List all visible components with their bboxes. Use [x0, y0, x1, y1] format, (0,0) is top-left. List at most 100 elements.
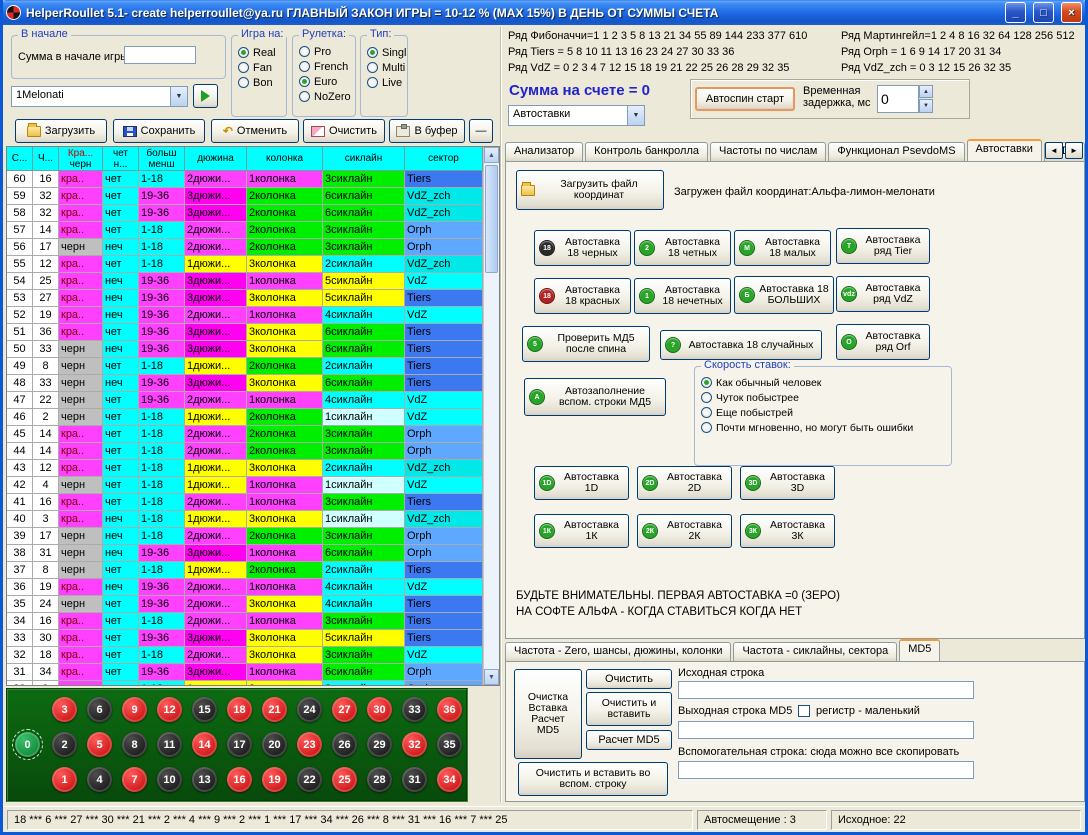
table-row[interactable]: 4312кра..чет1-181дюжи...3колонка2сиклайн…: [7, 460, 499, 477]
tabs-scroll-right-button[interactable]: ►: [1065, 142, 1083, 159]
tab-Функционал PsevdoMS[interactable]: Функционал PsevdoMS: [828, 142, 964, 161]
table-scrollbar[interactable]: ▲ ▼: [483, 147, 499, 685]
bet-button-9[interactable]: 5Проверить МД5 после спина: [522, 326, 650, 362]
bet-button-11[interactable]: OАвтоставка ряд Orf: [836, 324, 930, 360]
roulette-number-31[interactable]: 31: [402, 767, 427, 792]
roulette-number-21[interactable]: 21: [262, 697, 287, 722]
profile-combobox[interactable]: 1Melonati ▼: [11, 86, 188, 107]
roulette-number-25[interactable]: 25: [332, 767, 357, 792]
bet-button-7[interactable]: БАвтоставка 18 БОЛЬШИХ: [734, 276, 834, 314]
roulette-number-15[interactable]: 15: [192, 697, 217, 722]
roulette-number-8[interactable]: 8: [122, 732, 147, 757]
aux-string-input[interactable]: [678, 761, 974, 779]
roulette-number-20[interactable]: 20: [262, 732, 287, 757]
clear-button[interactable]: Очистить: [303, 119, 385, 143]
delay-input[interactable]: [877, 85, 919, 113]
radio-option-Singl[interactable]: Singl: [361, 45, 407, 60]
radio-option-Почти мгновенно, но могут быть ошибки[interactable]: Почти мгновенно, но могут быть ошибки: [695, 420, 951, 435]
radio-option-NoZero[interactable]: NoZero: [293, 89, 355, 104]
source-string-input[interactable]: [678, 681, 974, 699]
column-header-0[interactable]: С...: [7, 147, 33, 171]
minimize-button[interactable]: _: [1005, 2, 1026, 23]
radio-option-Live[interactable]: Live: [361, 75, 407, 90]
md5-clear-paste-button[interactable]: Очистить и вставить: [586, 692, 672, 726]
roulette-number-11[interactable]: 11: [157, 732, 182, 757]
bet-button-1[interactable]: 18Автоставка 18 черных: [534, 230, 631, 266]
column-header-8[interactable]: сектор: [405, 147, 483, 171]
scroll-down-button[interactable]: ▼: [484, 669, 499, 685]
md5-stack-button[interactable]: Очистка Вставка Расчет MD5: [514, 669, 582, 759]
roulette-number-18[interactable]: 18: [227, 697, 252, 722]
roulette-number-24[interactable]: 24: [297, 697, 322, 722]
roulette-number-19[interactable]: 19: [262, 767, 287, 792]
md5-calc-button[interactable]: Расчет MD5: [586, 730, 672, 750]
roulette-number-34[interactable]: 34: [437, 767, 462, 792]
bet-button-12[interactable]: AАвтозаполнение вспом. строки МД5: [524, 378, 666, 416]
table-row[interactable]: 3917черннеч1-182дюжи...2колонка3сиклайнO…: [7, 528, 499, 545]
roulette-number-29[interactable]: 29: [367, 732, 392, 757]
collapse-button[interactable]: —: [469, 119, 493, 143]
roulette-number-7[interactable]: 7: [122, 767, 147, 792]
bet-button-6[interactable]: 1Автоставка 18 нечетных: [634, 278, 731, 314]
table-row[interactable]: 5136кра..чет19-363дюжи...3колонка6сиклай…: [7, 324, 499, 341]
output-string-input[interactable]: [678, 721, 974, 739]
tab-Частота - Zero, шансы, дюжины, колонки[interactable]: Частота - Zero, шансы, дюжины, колонки: [505, 642, 731, 661]
roulette-number-26[interactable]: 26: [332, 732, 357, 757]
table-row[interactable]: 3416кра..чет1-182дюжи...1колонка3сиклайн…: [7, 613, 499, 630]
radio-option-Multi[interactable]: Multi: [361, 60, 407, 75]
roulette-number-1[interactable]: 1: [52, 767, 77, 792]
roulette-number-4[interactable]: 4: [87, 767, 112, 792]
radio-option-French[interactable]: French: [293, 59, 355, 74]
column-header-7[interactable]: сиклайн: [323, 147, 405, 171]
table-row[interactable]: 5714кра..чет1-182дюжи...2колонка3сиклайн…: [7, 222, 499, 239]
roulette-number-36[interactable]: 36: [437, 697, 462, 722]
table-row[interactable]: 5832кра..чет19-363дюжи...2колонка6сиклай…: [7, 205, 499, 222]
chevron-down-icon[interactable]: ▼: [170, 87, 187, 106]
bet-button-4[interactable]: TАвтоставка ряд Tier: [836, 228, 930, 264]
column-header-4[interactable]: большменш: [139, 147, 185, 171]
undo-button[interactable]: ↶ Отменить: [211, 119, 299, 143]
roulette-number-32[interactable]: 32: [402, 732, 427, 757]
load-button[interactable]: Загрузить: [15, 119, 107, 143]
radio-option-Pro[interactable]: Pro: [293, 44, 355, 59]
roulette-number-22[interactable]: 22: [297, 767, 322, 792]
column-header-3[interactable]: четн...: [103, 147, 139, 171]
bet-button-3[interactable]: MАвтоставка 18 малых: [734, 230, 831, 266]
roulette-number-23[interactable]: 23: [297, 732, 322, 757]
bet-button-14[interactable]: 2DАвтоставка 2D: [637, 466, 732, 500]
close-button[interactable]: ×: [1061, 2, 1082, 23]
load-coordinates-button[interactable]: Загрузить файл координат: [516, 170, 664, 210]
table-row[interactable]: 4116кра..чет1-182дюжи...1колонка3сиклайн…: [7, 494, 499, 511]
bet-button-2[interactable]: 2Автоставка 18 четных: [634, 230, 731, 266]
table-row[interactable]: 378чернчет1-181дюжи...2колонка2сиклайнTi…: [7, 562, 499, 579]
roulette-number-30[interactable]: 30: [367, 697, 392, 722]
table-row[interactable]: 5327кра..неч19-363дюжи...3колонка5сиклай…: [7, 290, 499, 307]
table-row[interactable]: 3134кра..чет19-363дюжи...1колонка6сиклай…: [7, 664, 499, 681]
table-row[interactable]: 3330кра..чет19-363дюжи...3колонка5сиклай…: [7, 630, 499, 647]
maximize-button[interactable]: □: [1033, 2, 1054, 23]
radio-option-Чуток побыстрее[interactable]: Чуток побыстрее: [695, 390, 951, 405]
autospin-start-button[interactable]: Автоспин старт: [695, 87, 795, 111]
column-header-1[interactable]: Ч...: [33, 147, 59, 171]
table-row[interactable]: 3218кра..чет1-182дюжи...3колонка3сиклайн…: [7, 647, 499, 664]
tab-Частота - сиклайны, сектора[interactable]: Частота - сиклайны, сектора: [733, 642, 897, 661]
table-row[interactable]: 462чернчет1-181дюжи...2колонка1сиклайнVd…: [7, 409, 499, 426]
tab-MD5[interactable]: MD5: [899, 639, 940, 661]
bet-button-5[interactable]: 18Автоставка 18 красных: [534, 278, 631, 314]
roulette-number-2[interactable]: 2: [52, 732, 77, 757]
roulette-number-10[interactable]: 10: [157, 767, 182, 792]
table-row[interactable]: 4414кра..чет1-182дюжи...2колонка3сиклайн…: [7, 443, 499, 460]
scroll-thumb[interactable]: [485, 165, 498, 273]
roulette-number-12[interactable]: 12: [157, 697, 182, 722]
tab-Автоставки[interactable]: Автоставки: [967, 139, 1042, 161]
table-row[interactable]: 424чернчет1-181дюжи...1колонка1сиклайнVd…: [7, 477, 499, 494]
radio-option-Real[interactable]: Real: [232, 45, 286, 60]
roulette-number-13[interactable]: 13: [192, 767, 217, 792]
table-row[interactable]: 4833черннеч19-363дюжи...3колонка6сиклайн…: [7, 375, 499, 392]
radio-option-Fan[interactable]: Fan: [232, 60, 286, 75]
tab-Контроль банкролла[interactable]: Контроль банкролла: [585, 142, 708, 161]
table-row[interactable]: 309кра..неч1-181дюжи...3колонка2сиклайнO…: [7, 681, 499, 686]
roulette-number-3[interactable]: 3: [52, 697, 77, 722]
bet-button-15[interactable]: 3DАвтоставка 3D: [740, 466, 835, 500]
table-row[interactable]: 5219кра..неч19-362дюжи...1колонка4сиклай…: [7, 307, 499, 324]
